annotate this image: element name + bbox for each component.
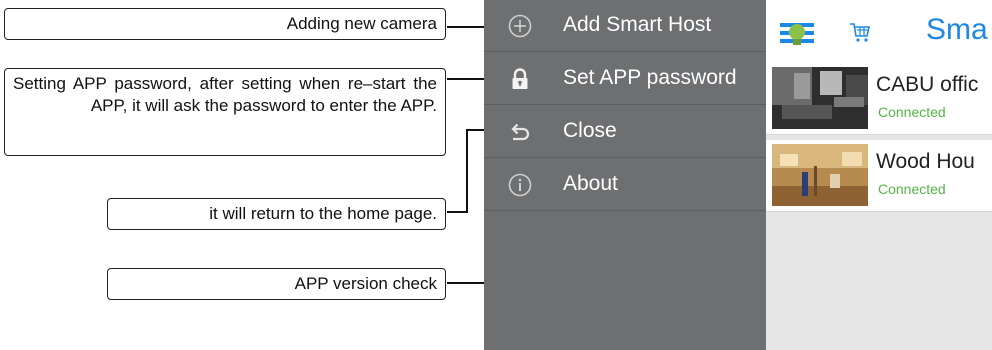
camera-thumbnail[interactable] [772,144,868,206]
return-icon [511,123,530,141]
camera-row[interactable]: Wood Hou Connected [766,140,992,212]
callout-set-password: Setting APP password, after setting when… [4,68,446,156]
menu-bulb-icon[interactable] [780,17,814,49]
callout-close-text: it will return to the home page. [209,204,437,223]
camera-thumbnail[interactable] [772,67,868,129]
menu-item-label: About [563,172,618,195]
callout-password-text: Setting APP password, after setting when… [13,74,437,115]
leader-close-v [466,129,468,212]
info-circle-icon [508,173,532,197]
callout-about-text: APP version check [294,274,437,293]
menu-item-label: Add Smart Host [563,13,712,36]
app-toolbar: Sma [766,0,992,63]
camera-status: Connected [878,104,946,120]
cart-icon[interactable] [848,20,872,44]
leader-add [447,26,484,28]
menu-item-label: Set APP password [563,66,737,89]
leader-close-h1 [466,129,484,131]
menu-item-about[interactable]: About [484,159,766,211]
app-main-screen: Sma CABU offic Connected Wood Hou Connec… [766,0,992,350]
menu-item-close[interactable]: Close [484,106,766,158]
camera-name: CABU offic [876,73,979,96]
leader-password [447,78,484,80]
menu-item-label: Close [563,119,617,142]
lock-icon [512,68,528,89]
menu-item-add-smart-host[interactable]: Add Smart Host [484,0,766,52]
callout-close: it will return to the home page. [107,198,446,230]
menu-item-set-password[interactable]: Set APP password [484,53,766,105]
camera-name: Wood Hou [876,150,975,173]
callout-add-camera: Adding new camera [4,8,446,40]
plus-circle-icon [508,14,532,38]
callout-about: APP version check [107,268,446,300]
app-title: Sma [926,13,988,46]
callout-add-text: Adding new camera [286,14,437,33]
camera-row[interactable]: CABU offic Connected [766,63,992,135]
navigation-drawer: Add Smart Host Set APP password Close Ab… [484,0,766,350]
leader-close-h2 [447,211,468,213]
camera-status: Connected [878,181,946,197]
